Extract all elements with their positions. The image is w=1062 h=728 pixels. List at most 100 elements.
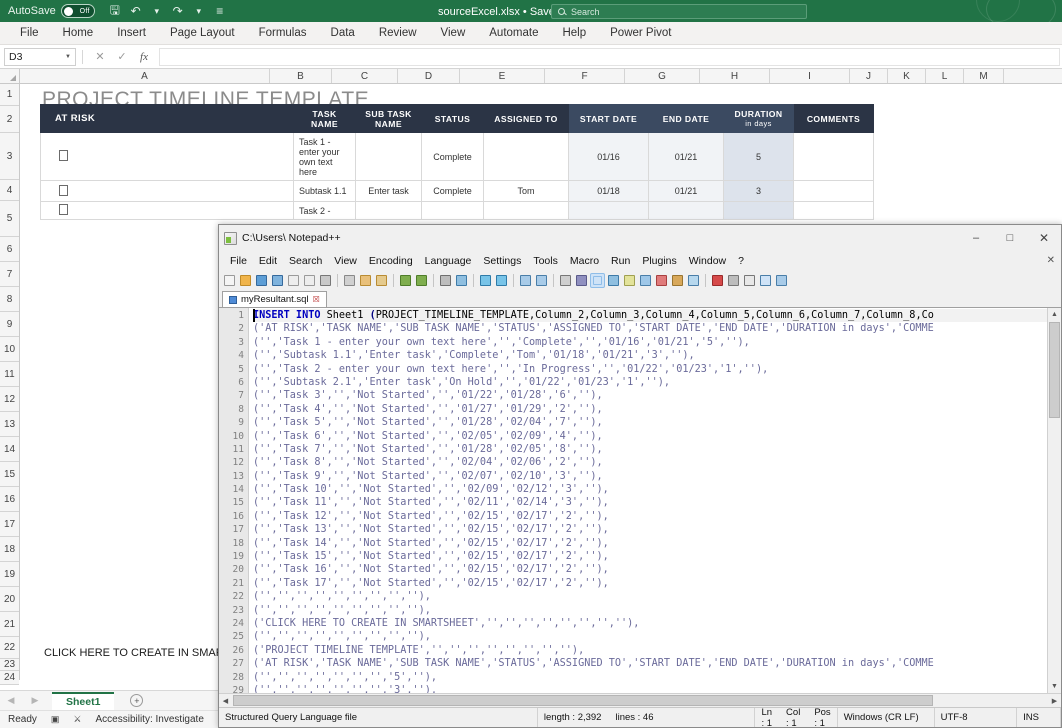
menu-item-edit[interactable]: Edit: [253, 255, 283, 267]
column-header-M[interactable]: M: [964, 69, 1004, 83]
column-header-L[interactable]: L: [926, 69, 964, 83]
nav-prev-icon[interactable]: ◀: [4, 695, 18, 706]
paste-icon[interactable]: [374, 273, 389, 288]
row-header-19[interactable]: 19: [0, 562, 19, 587]
table-row[interactable]: Subtask 1.1Enter taskCompleteTom01/1801/…: [41, 181, 874, 202]
ribbon-tab-automate[interactable]: Automate: [477, 22, 550, 45]
ribbon-tab-page-layout[interactable]: Page Layout: [158, 22, 247, 45]
row-header-11[interactable]: 11: [0, 362, 19, 387]
status-cell[interactable]: [422, 202, 484, 220]
autosave-toggle[interactable]: Off: [61, 4, 95, 18]
minimize-button[interactable]: –: [959, 225, 993, 251]
play-multiple-macro-icon[interactable]: [758, 273, 773, 288]
duration-cell[interactable]: [724, 202, 794, 220]
ribbon-tab-review[interactable]: Review: [367, 22, 429, 45]
at-risk-cell[interactable]: [41, 133, 294, 181]
scroll-up-icon[interactable]: ▲: [1048, 308, 1061, 321]
task-name-cell[interactable]: Subtask 1.1: [294, 181, 356, 202]
duration-cell[interactable]: 3: [724, 181, 794, 202]
vertical-scrollbar[interactable]: ▲ ▼: [1047, 308, 1061, 693]
accessibility-icon[interactable]: ⚔: [73, 714, 81, 725]
monitoring-icon[interactable]: [670, 273, 685, 288]
column-header-F[interactable]: F: [545, 69, 625, 83]
accessibility-label[interactable]: Accessibility: Investigate: [96, 714, 204, 725]
column-header-E[interactable]: E: [460, 69, 545, 83]
horizontal-scrollbar[interactable]: ◀ ▶: [219, 693, 1061, 707]
document-tab[interactable]: myResultant.sql ☒: [222, 291, 327, 307]
start-date-cell[interactable]: 01/16: [569, 133, 649, 181]
row-header-3[interactable]: 3: [0, 133, 19, 180]
confirm-icon[interactable]: ✓: [111, 50, 133, 63]
add-sheet-button[interactable]: +: [130, 694, 143, 707]
tab-close-icon[interactable]: ☒: [313, 295, 320, 304]
end-date-cell[interactable]: 01/21: [649, 133, 724, 181]
task-name-cell[interactable]: Task 1 - enter your own text here: [294, 133, 356, 181]
task-name-cell[interactable]: Task 2 -: [294, 202, 356, 220]
duration-cell[interactable]: 5: [724, 133, 794, 181]
row-header-23[interactable]: 23: [0, 659, 19, 671]
indent-guide-icon[interactable]: [590, 273, 605, 288]
maximize-button[interactable]: □: [993, 225, 1027, 251]
sync-vertical-icon[interactable]: [518, 273, 533, 288]
end-date-cell[interactable]: [649, 202, 724, 220]
row-header-2[interactable]: 2: [0, 106, 19, 133]
assigned-to-cell[interactable]: [484, 133, 569, 181]
sheet-tab-sheet1[interactable]: Sheet1: [52, 692, 114, 710]
column-header-H[interactable]: H: [700, 69, 770, 83]
name-box[interactable]: D3 ▼: [4, 48, 76, 66]
menu-item-tools[interactable]: Tools: [527, 255, 564, 267]
row-header-17[interactable]: 17: [0, 512, 19, 537]
sub-task-name-cell[interactable]: Enter task: [356, 181, 422, 202]
column-header-C[interactable]: C: [332, 69, 398, 83]
open-file-icon[interactable]: [238, 273, 253, 288]
stop-macro-icon[interactable]: [726, 273, 741, 288]
zoom-out-icon[interactable]: [494, 273, 509, 288]
row-header-16[interactable]: 16: [0, 487, 19, 512]
row-header-4[interactable]: 4: [0, 180, 19, 201]
assigned-to-cell[interactable]: Tom: [484, 181, 569, 202]
column-header-K[interactable]: K: [888, 69, 926, 83]
ribbon-tab-home[interactable]: Home: [51, 22, 106, 45]
ribbon-tab-formulas[interactable]: Formulas: [247, 22, 319, 45]
ribbon-tab-data[interactable]: Data: [319, 22, 367, 45]
row-header-12[interactable]: 12: [0, 387, 19, 412]
menu-item-plugins[interactable]: Plugins: [636, 255, 682, 267]
customize-qat-icon[interactable]: ≡: [210, 2, 230, 20]
scroll-left-icon[interactable]: ◀: [219, 697, 232, 705]
row-header-5[interactable]: 5: [0, 201, 19, 237]
insert-function-icon[interactable]: fx: [133, 51, 155, 63]
menu-item-view[interactable]: View: [328, 255, 363, 267]
row-header-21[interactable]: 21: [0, 612, 19, 637]
find-icon[interactable]: [438, 273, 453, 288]
scroll-right-icon[interactable]: ▶: [1048, 697, 1061, 705]
ribbon-tab-power-pivot[interactable]: Power Pivot: [598, 22, 683, 45]
sub-task-name-cell[interactable]: [356, 202, 422, 220]
menu-item-settings[interactable]: Settings: [477, 255, 527, 267]
menu-item-run[interactable]: Run: [605, 255, 636, 267]
play-macro-icon[interactable]: [742, 273, 757, 288]
column-header-J[interactable]: J: [850, 69, 888, 83]
row-header-24[interactable]: 24: [0, 671, 19, 685]
eye-icon[interactable]: [686, 273, 701, 288]
document-map-icon[interactable]: [622, 273, 637, 288]
table-row[interactable]: Task 2 -: [41, 202, 874, 220]
print-icon[interactable]: [318, 273, 333, 288]
select-all-corner[interactable]: [0, 69, 20, 83]
column-header-I[interactable]: I: [770, 69, 850, 83]
status-cell[interactable]: Complete: [422, 133, 484, 181]
copy-icon[interactable]: [358, 273, 373, 288]
replace-icon[interactable]: [454, 273, 469, 288]
menu-item-[interactable]: ?: [732, 255, 750, 267]
redo-icon[interactable]: ↷: [168, 2, 188, 20]
cut-icon[interactable]: [342, 273, 357, 288]
row-header-7[interactable]: 7: [0, 262, 19, 287]
code-text-area[interactable]: INSERT INTO Sheet1 (PROJECT_TIMELINE_TEM…: [249, 308, 1047, 693]
undo-dropdown-icon[interactable]: ▾: [147, 2, 167, 20]
ribbon-tab-help[interactable]: Help: [550, 22, 598, 45]
column-header-B[interactable]: B: [270, 69, 332, 83]
redo-icon[interactable]: [414, 273, 429, 288]
row-header-18[interactable]: 18: [0, 537, 19, 562]
row-header-22[interactable]: 22: [0, 637, 19, 659]
table-row[interactable]: Task 1 - enter your own text here Complet…: [41, 133, 874, 181]
at-risk-cell[interactable]: [41, 202, 294, 220]
